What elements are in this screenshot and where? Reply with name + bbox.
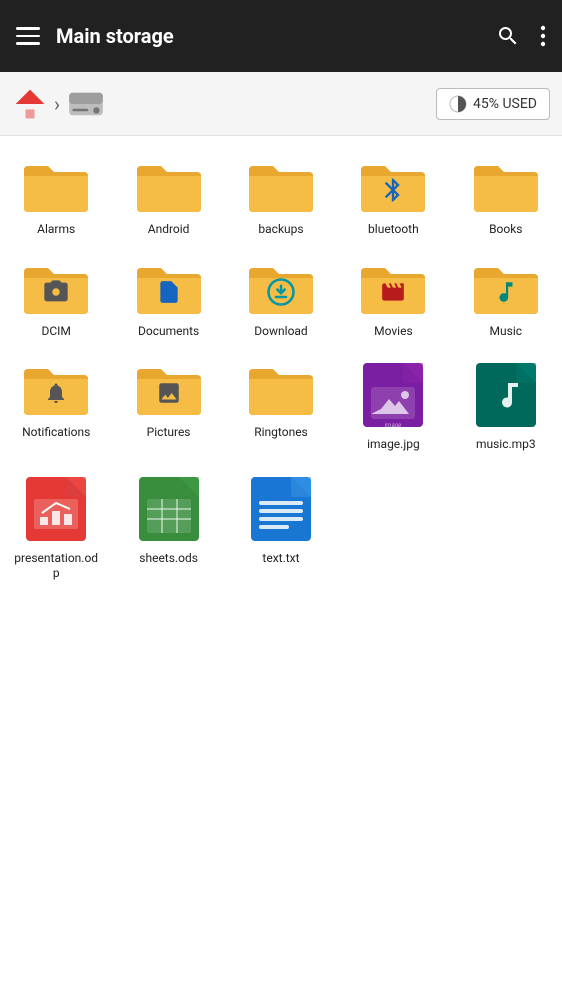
storage-breadcrumb[interactable]: [66, 86, 106, 122]
file-icon-music: [470, 359, 542, 431]
picture-icon: [156, 380, 182, 406]
list-item[interactable]: bluetooth: [337, 144, 449, 246]
docs-icon: [156, 279, 182, 305]
text-file-icon: [245, 473, 317, 545]
file-label: Movies: [374, 324, 413, 340]
file-label: Download: [254, 324, 307, 340]
file-icon-text: [245, 473, 317, 545]
bluetooth-icon: [379, 176, 407, 204]
file-label: bluetooth: [368, 222, 419, 238]
storage-used-badge: 45% USED: [436, 88, 550, 120]
file-label: Android: [148, 222, 190, 238]
storage-used-icon: [449, 95, 467, 113]
list-item[interactable]: Download: [225, 246, 337, 348]
spreadsheet-file-icon: [133, 473, 205, 545]
audio-file-icon: [470, 359, 542, 431]
notification-icon: [44, 381, 68, 405]
file-label: DCIM: [41, 324, 70, 340]
file-label: Books: [489, 222, 522, 238]
music-folder-icon: [493, 279, 519, 305]
list-item[interactable]: Books: [450, 144, 562, 246]
svg-text:image: image: [385, 422, 402, 429]
breadcrumb-bar: › 45% USED: [0, 72, 562, 136]
folder-icon-backups: [245, 156, 317, 216]
list-item[interactable]: Music: [450, 246, 562, 348]
file-label: presentation.odp: [11, 551, 101, 582]
file-label: sheets.ods: [139, 551, 198, 567]
page-title: Main storage: [56, 24, 480, 48]
folder-icon-dcim: [20, 258, 92, 318]
file-grid: Alarms Android backups bluetooth: [0, 136, 562, 598]
file-icon-presentation: [20, 473, 92, 545]
search-button[interactable]: [496, 24, 520, 48]
presentation-file-icon: [20, 473, 92, 545]
home-icon: [12, 86, 48, 122]
header-actions: [496, 24, 546, 48]
file-label: image.jpg: [367, 437, 420, 453]
list-item[interactable]: Movies: [337, 246, 449, 348]
home-breadcrumb[interactable]: [12, 86, 48, 122]
list-item[interactable]: Documents: [112, 246, 224, 348]
file-label: Alarms: [37, 222, 75, 238]
folder-icon-download: [245, 258, 317, 318]
file-label: Pictures: [147, 425, 191, 441]
folder-icon-ringtones: [245, 359, 317, 419]
image-file-icon: image: [357, 359, 429, 431]
camera-icon: [42, 278, 70, 306]
breadcrumb-separator: ›: [54, 92, 60, 116]
file-icon-spreadsheet: [133, 473, 205, 545]
folder-icon-notifications: [20, 359, 92, 419]
folder-icon-music: [470, 258, 542, 318]
folder-icon-movies: [357, 258, 429, 318]
list-item[interactable]: DCIM: [0, 246, 112, 348]
file-label: Ringtones: [254, 425, 308, 441]
file-label: backups: [258, 222, 303, 238]
folder-icon-android: [133, 156, 205, 216]
app-header: Main storage: [0, 0, 562, 72]
file-icon-image: image: [357, 359, 429, 431]
list-item[interactable]: Pictures: [112, 347, 224, 461]
list-item[interactable]: music.mp3: [450, 347, 562, 461]
folder-icon-bluetooth: [357, 156, 429, 216]
list-item[interactable]: text.txt: [225, 461, 337, 590]
file-label: music.mp3: [476, 437, 536, 453]
list-item[interactable]: sheets.ods: [112, 461, 224, 590]
list-item[interactable]: Alarms: [0, 144, 112, 246]
storage-icon: [66, 86, 106, 122]
file-label: Music: [490, 324, 522, 340]
list-item[interactable]: presentation.odp: [0, 461, 112, 590]
file-label: text.txt: [262, 551, 299, 567]
list-item[interactable]: Ringtones: [225, 347, 337, 461]
film-icon: [380, 279, 406, 305]
list-item[interactable]: backups: [225, 144, 337, 246]
list-item[interactable]: image image.jpg: [337, 347, 449, 461]
storage-used-text: 45% USED: [473, 96, 537, 112]
file-label: Documents: [138, 324, 199, 340]
list-item[interactable]: Android: [112, 144, 224, 246]
folder-icon-alarms: [20, 156, 92, 216]
folder-icon-documents: [133, 258, 205, 318]
file-label: Notifications: [22, 425, 90, 441]
hamburger-menu-button[interactable]: [16, 27, 40, 45]
more-options-button[interactable]: [540, 24, 546, 48]
download-icon: [266, 277, 296, 307]
list-item[interactable]: Notifications: [0, 347, 112, 461]
folder-icon-pictures: [133, 359, 205, 419]
folder-icon-books: [470, 156, 542, 216]
